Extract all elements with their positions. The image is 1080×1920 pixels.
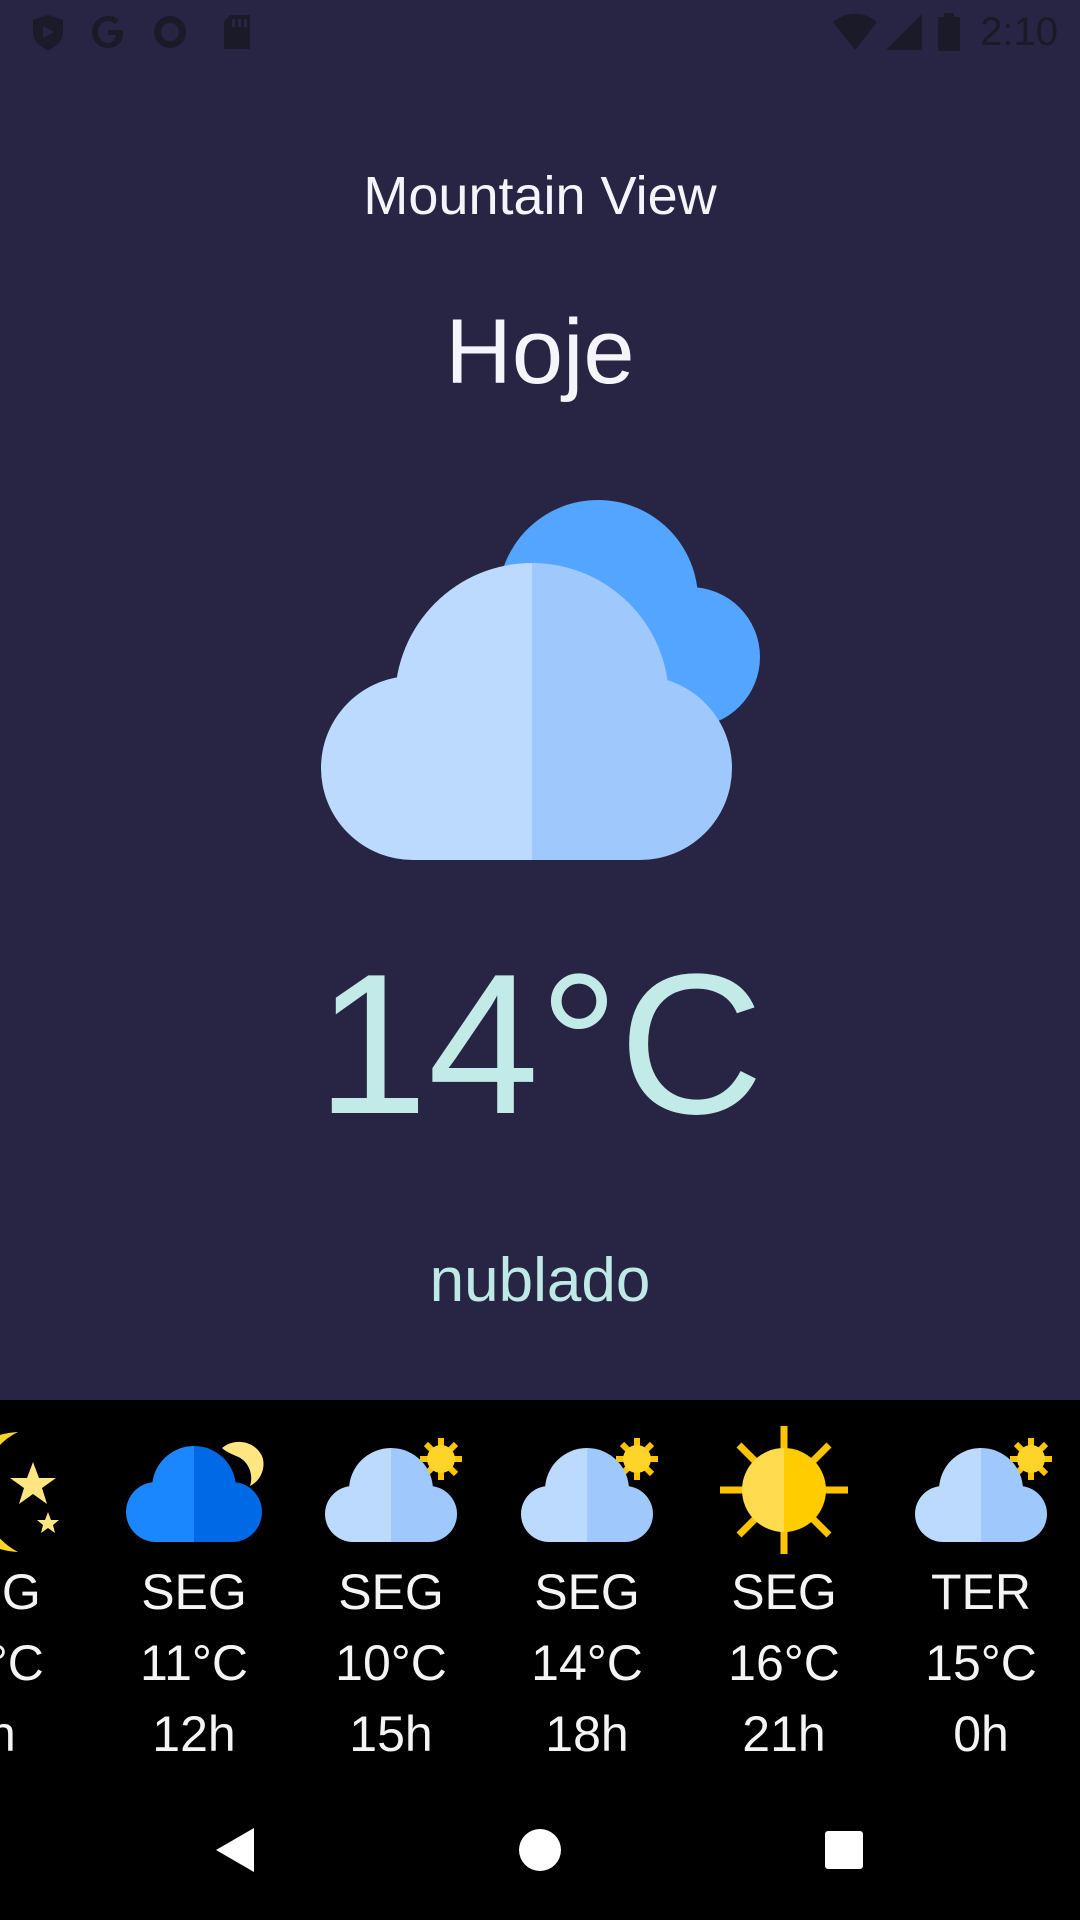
forecast-item[interactable]: SEG 11°C 12h	[104, 1400, 284, 1780]
forecast-item[interactable]: TER 15°C 0h	[891, 1400, 1071, 1780]
forecast-temp: 12°C	[0, 1635, 44, 1691]
forecast-temp: 10°C	[335, 1635, 447, 1691]
cloud-sun-icon	[521, 1438, 658, 1542]
forecast-hour: 15h	[349, 1706, 433, 1762]
status-time: 2:10	[980, 10, 1058, 54]
status-bar: 2:10	[0, 0, 1080, 66]
moon-stars-icon	[0, 1432, 59, 1552]
signal-icon	[886, 14, 922, 50]
forecast-item[interactable]: SEG 10°C 15h	[301, 1400, 481, 1780]
google-icon	[92, 16, 123, 48]
forecast-day: SEG	[141, 1564, 247, 1620]
forecast-temp: 15°C	[925, 1635, 1037, 1691]
forecast-hour: 21h	[742, 1706, 826, 1762]
weather-description: nublado	[429, 1246, 651, 1315]
home-icon[interactable]	[470, 1780, 610, 1920]
forecast-day: SEG	[731, 1564, 837, 1620]
city-name: Mountain View	[363, 166, 717, 226]
forecast-hour: 0h	[953, 1706, 1009, 1762]
forecast-temp: 11°C	[139, 1635, 248, 1691]
back-icon[interactable]	[166, 1780, 306, 1920]
cloud-sun-icon	[915, 1438, 1052, 1542]
forecast-temp: 16°C	[728, 1635, 840, 1691]
forecast-temp: 14°C	[531, 1635, 643, 1691]
forecast-day: SEG	[534, 1564, 640, 1620]
cloud-moon-icon	[126, 1441, 264, 1542]
current-temperature: 14°C	[316, 933, 764, 1156]
cloudy-icon	[321, 500, 760, 860]
forecast-day: SEG	[0, 1564, 41, 1620]
forecast-day: SEG	[338, 1564, 444, 1620]
forecast-item[interactable]: SEG 12°C 9h	[0, 1400, 78, 1780]
forecast-hour: 12h	[152, 1706, 236, 1762]
battery-icon	[938, 13, 960, 51]
forecast-item[interactable]: SEG 16°C 21h	[694, 1400, 874, 1780]
sd-card-icon	[224, 15, 250, 49]
cloud-sun-icon	[325, 1438, 462, 1542]
wifi-icon	[833, 13, 877, 50]
forecast-day: TER	[931, 1564, 1031, 1620]
day-title: Hoje	[445, 301, 635, 403]
circle-icon	[154, 16, 186, 48]
forecast-hour: 9h	[0, 1706, 16, 1762]
sun-icon	[720, 1426, 848, 1554]
forecast-item[interactable]: SEG 14°C 18h	[497, 1400, 677, 1780]
navigation-bar	[0, 1780, 1080, 1920]
recents-icon[interactable]	[774, 1780, 914, 1920]
forecast-hour: 18h	[545, 1706, 629, 1762]
shield-icon	[33, 15, 63, 50]
forecast-list[interactable]: SEG 12°C 9h SEG 11°C 12h	[0, 1400, 1080, 1780]
